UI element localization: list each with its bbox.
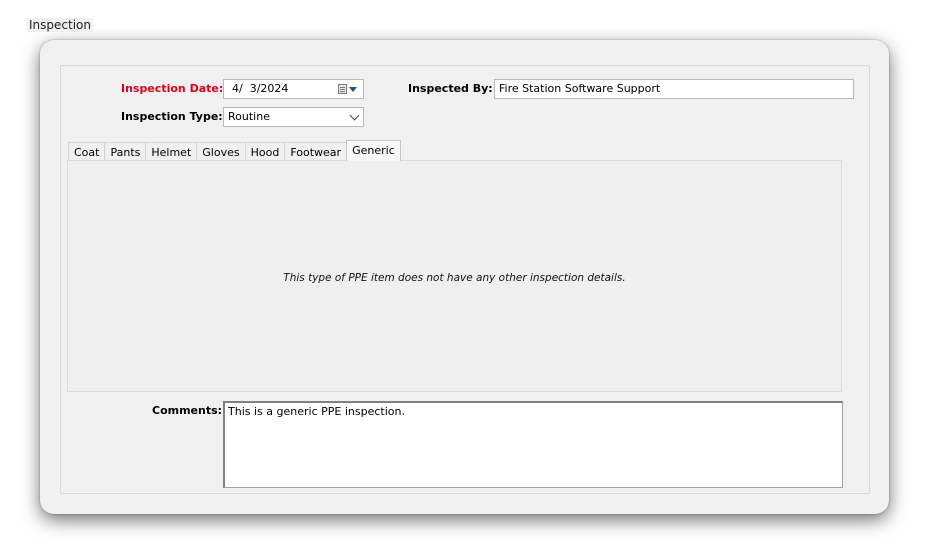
inspection-type-value: Routine [228, 110, 270, 123]
date-dropdown-button[interactable] [338, 82, 360, 96]
inspection-type-label: Inspection Type: [121, 110, 223, 123]
tab-coat[interactable]: Coat [68, 142, 106, 161]
groupbox-title: Inspection [27, 18, 93, 32]
comments-textarea[interactable]: This is a generic PPE inspection. [223, 401, 843, 488]
tab-pants[interactable]: Pants [104, 142, 147, 161]
ppe-tabs: Coat Pants Helmet Gloves Hood Footwear G… [68, 140, 401, 161]
no-details-message: This type of PPE item does not have any … [283, 272, 626, 284]
inspection-date-value: 4/ 3/2024 [232, 82, 289, 95]
tab-footwear[interactable]: Footwear [284, 142, 348, 161]
chevron-down-icon [349, 110, 360, 121]
comments-label: Comments: [152, 404, 223, 417]
generic-tab-panel: This type of PPE item does not have any … [67, 160, 842, 392]
inspection-date-picker[interactable]: 4/ 3/2024 [223, 79, 364, 99]
tab-generic[interactable]: Generic [346, 140, 401, 161]
inspected-by-field[interactable]: Fire Station Software Support [494, 79, 854, 99]
inspection-date-label: Inspection Date: [121, 82, 224, 95]
tab-gloves[interactable]: Gloves [196, 142, 246, 161]
inspection-type-select[interactable]: Routine [223, 107, 364, 127]
dropdown-arrow-icon [349, 86, 357, 92]
tab-hood[interactable]: Hood [244, 142, 286, 161]
inspected-by-label: Inspected By: [408, 82, 493, 95]
calendar-icon [338, 84, 347, 94]
tab-helmet[interactable]: Helmet [145, 142, 198, 161]
